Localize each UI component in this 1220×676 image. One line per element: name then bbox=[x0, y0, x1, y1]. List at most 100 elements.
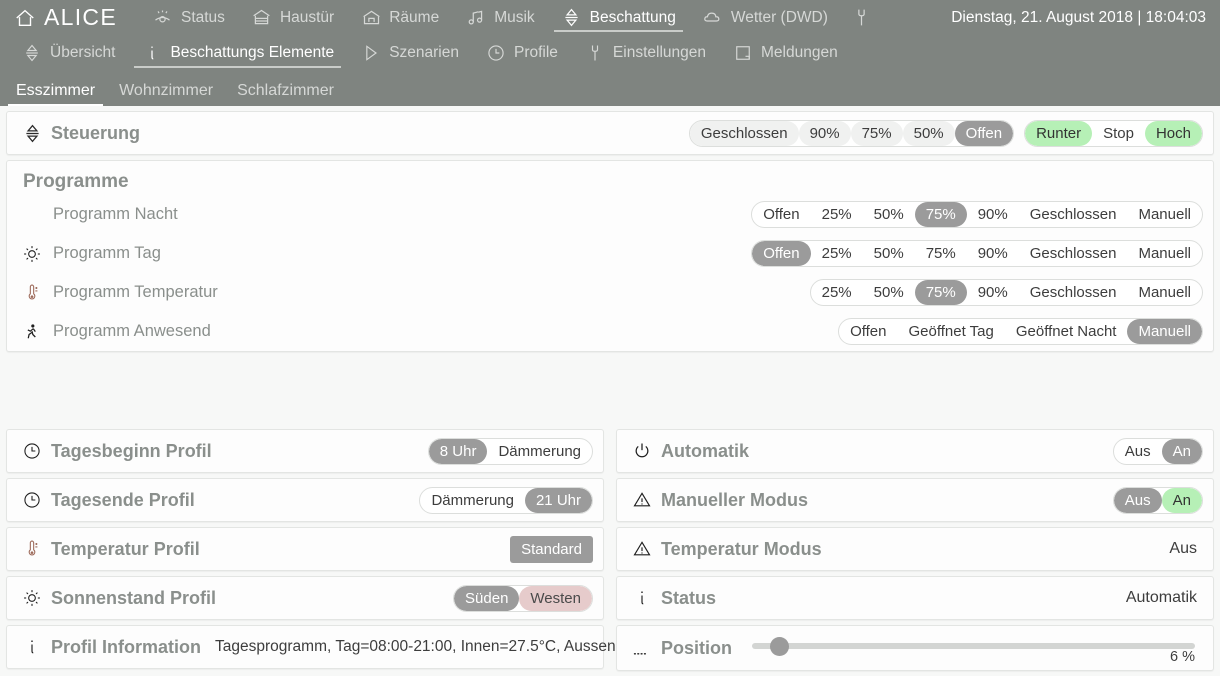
thermometer-icon bbox=[17, 539, 47, 559]
panel-title: Status bbox=[661, 587, 717, 608]
temperatur-modus-value: Aus bbox=[1169, 540, 1197, 557]
settings-wrench-button[interactable] bbox=[841, 7, 883, 29]
slider-knob[interactable] bbox=[769, 637, 789, 656]
pill-75[interactable]: 75% bbox=[850, 120, 903, 146]
profil-information-card: Profil Information Tagesprogramm, Tag=08… bbox=[6, 625, 672, 669]
sonnenstand-options: Süden Westen bbox=[453, 584, 593, 612]
sub-nav-label: Meldungen bbox=[761, 44, 838, 61]
pill-geoeffnet-nacht[interactable]: Geöffnet Nacht bbox=[1005, 319, 1128, 344]
pill-hoch[interactable]: Hoch bbox=[1144, 120, 1202, 146]
wrench-icon bbox=[584, 42, 606, 64]
panel-title: Automatik bbox=[661, 440, 750, 461]
pill-daemmerung[interactable]: Dämmerung bbox=[420, 488, 525, 513]
pill-90[interactable]: 90% bbox=[967, 241, 1019, 266]
nav-item-status[interactable]: Status bbox=[139, 0, 238, 35]
right-column: Automatik Aus An Manueller Modus Aus An … bbox=[610, 424, 1220, 676]
sub-nav-label: Einstellungen bbox=[612, 44, 706, 61]
pill-manuell[interactable]: Manuell bbox=[1127, 202, 1202, 227]
panel-title: Tagesende Profil bbox=[51, 489, 195, 510]
pill-21-uhr[interactable]: 21 Uhr bbox=[524, 487, 592, 513]
pill-90[interactable]: 90% bbox=[967, 280, 1019, 305]
room-tab-wohnzimmer[interactable]: Wohnzimmer bbox=[107, 83, 225, 106]
pill-daemmerung[interactable]: Dämmerung bbox=[487, 439, 592, 464]
nav-item-raeume[interactable]: Räume bbox=[347, 0, 452, 35]
sub-nav-item-meldungen[interactable]: Meldungen bbox=[719, 35, 851, 71]
pill-50[interactable]: 50% bbox=[902, 120, 955, 146]
nav-item-haustuer[interactable]: Haustür bbox=[238, 0, 347, 35]
pill-geoeffnet-tag[interactable]: Geöffnet Tag bbox=[897, 319, 1004, 344]
pill-50[interactable]: 50% bbox=[863, 202, 915, 227]
pill-offen[interactable]: Offen bbox=[752, 202, 810, 227]
programme-row-nacht: Programm Nacht Offen 25% 50% 75% 90% Ges… bbox=[7, 195, 1213, 234]
sub-nav-item-profile[interactable]: Profile bbox=[472, 35, 571, 71]
blinds-icon bbox=[17, 123, 47, 144]
pill-offen[interactable]: Offen bbox=[954, 120, 1014, 146]
pill-75[interactable]: 75% bbox=[915, 241, 967, 266]
temperatur-modus-row: Temperatur Modus Aus bbox=[617, 528, 1213, 570]
programme-row-tag: Programm Tag Offen 25% 50% 75% 90% Gesch… bbox=[7, 234, 1213, 273]
room-tab-esszimmer[interactable]: Esszimmer bbox=[4, 83, 107, 106]
pill-90[interactable]: 90% bbox=[798, 120, 851, 146]
pill-geschlossen[interactable]: Geschlossen bbox=[1019, 202, 1128, 227]
temperatur-profil-card: Temperatur Profil Standard bbox=[6, 527, 604, 571]
tagesende-row: Tagesende Profil Dämmerung 21 Uhr bbox=[7, 479, 603, 521]
programme-tag-options: Offen 25% 50% 75% 90% Geschlossen Manuel… bbox=[751, 240, 1203, 267]
position-value: 6 % bbox=[1170, 649, 1195, 665]
slider-track[interactable] bbox=[752, 643, 1195, 649]
pill-25[interactable]: 25% bbox=[811, 202, 863, 227]
pill-75[interactable]: 75% bbox=[914, 280, 967, 305]
pill-50[interactable]: 50% bbox=[863, 241, 915, 266]
sub-nav-label: Profile bbox=[513, 44, 558, 61]
pill-sueden[interactable]: Süden bbox=[454, 585, 520, 611]
top-navigation-bar: ALICE Status Haustür Räume Musik Beschat… bbox=[0, 0, 1220, 106]
manueller-modus-row: Manueller Modus Aus An bbox=[617, 479, 1213, 521]
clock-icon bbox=[17, 441, 47, 461]
info-icon bbox=[627, 588, 657, 608]
pill-75[interactable]: 75% bbox=[914, 202, 967, 227]
thermometer-icon bbox=[17, 283, 47, 303]
message-icon bbox=[732, 42, 754, 64]
pill-geschlossen[interactable]: Geschlossen bbox=[1019, 241, 1128, 266]
brand-name: ALICE bbox=[44, 4, 117, 30]
pill-aus[interactable]: Aus bbox=[1114, 439, 1162, 464]
pill-runter[interactable]: Runter bbox=[1025, 120, 1093, 146]
sub-nav-item-einstellungen[interactable]: Einstellungen bbox=[571, 35, 719, 71]
sub-nav-item-szenarien[interactable]: Szenarien bbox=[347, 35, 472, 71]
sub-nav-item-uebersicht[interactable]: Übersicht bbox=[8, 35, 128, 71]
position-slider[interactable]: 6 % bbox=[738, 635, 1203, 665]
pill-8-uhr[interactable]: 8 Uhr bbox=[428, 438, 488, 464]
pill-westen[interactable]: Westen bbox=[519, 585, 592, 611]
pill-manuell[interactable]: Manuell bbox=[1127, 280, 1202, 305]
pill-25[interactable]: 25% bbox=[811, 241, 863, 266]
pill-25[interactable]: 25% bbox=[811, 280, 863, 305]
sub-nav-item-beschattungs-elemente[interactable]: Beschattungs Elemente bbox=[128, 35, 347, 71]
pill-standard[interactable]: Standard bbox=[510, 535, 593, 563]
room-tab-schlafzimmer[interactable]: Schlafzimmer bbox=[225, 83, 346, 106]
pill-manuell[interactable]: Manuell bbox=[1127, 319, 1202, 344]
sun-icon bbox=[17, 244, 47, 264]
pill-stop[interactable]: Stop bbox=[1092, 121, 1145, 146]
pill-an[interactable]: An bbox=[1161, 438, 1202, 464]
pill-90[interactable]: 90% bbox=[967, 202, 1019, 227]
pill-manuell[interactable]: Manuell bbox=[1127, 241, 1202, 266]
tagesbeginn-options: 8 Uhr Dämmerung bbox=[427, 437, 593, 465]
pill-offen[interactable]: Offen bbox=[752, 241, 811, 266]
nav-item-beschattung[interactable]: Beschattung bbox=[548, 0, 689, 35]
pill-geschlossen[interactable]: Geschlossen bbox=[689, 120, 799, 146]
wrench-icon bbox=[851, 7, 873, 29]
pill-geschlossen[interactable]: Geschlossen bbox=[1019, 280, 1128, 305]
sub-nav-row: Übersicht Beschattungs Elemente Szenarie… bbox=[0, 35, 1220, 71]
pill-aus[interactable]: Aus bbox=[1113, 487, 1162, 513]
temperatur-modus-card: Temperatur Modus Aus bbox=[616, 527, 1214, 571]
room-tab-label: Esszimmer bbox=[16, 82, 96, 99]
warning-icon bbox=[627, 490, 657, 510]
pill-50[interactable]: 50% bbox=[863, 280, 915, 305]
pill-offen[interactable]: Offen bbox=[839, 319, 897, 344]
pill-an[interactable]: An bbox=[1161, 487, 1202, 513]
automatik-card: Automatik Aus An bbox=[616, 429, 1214, 473]
home-icon bbox=[14, 7, 36, 29]
nav-item-musik[interactable]: Musik bbox=[452, 0, 547, 35]
nav-item-wetter[interactable]: Wetter (DWD) bbox=[689, 0, 841, 35]
brand-logo[interactable]: ALICE bbox=[8, 4, 117, 31]
person-icon bbox=[17, 322, 47, 342]
